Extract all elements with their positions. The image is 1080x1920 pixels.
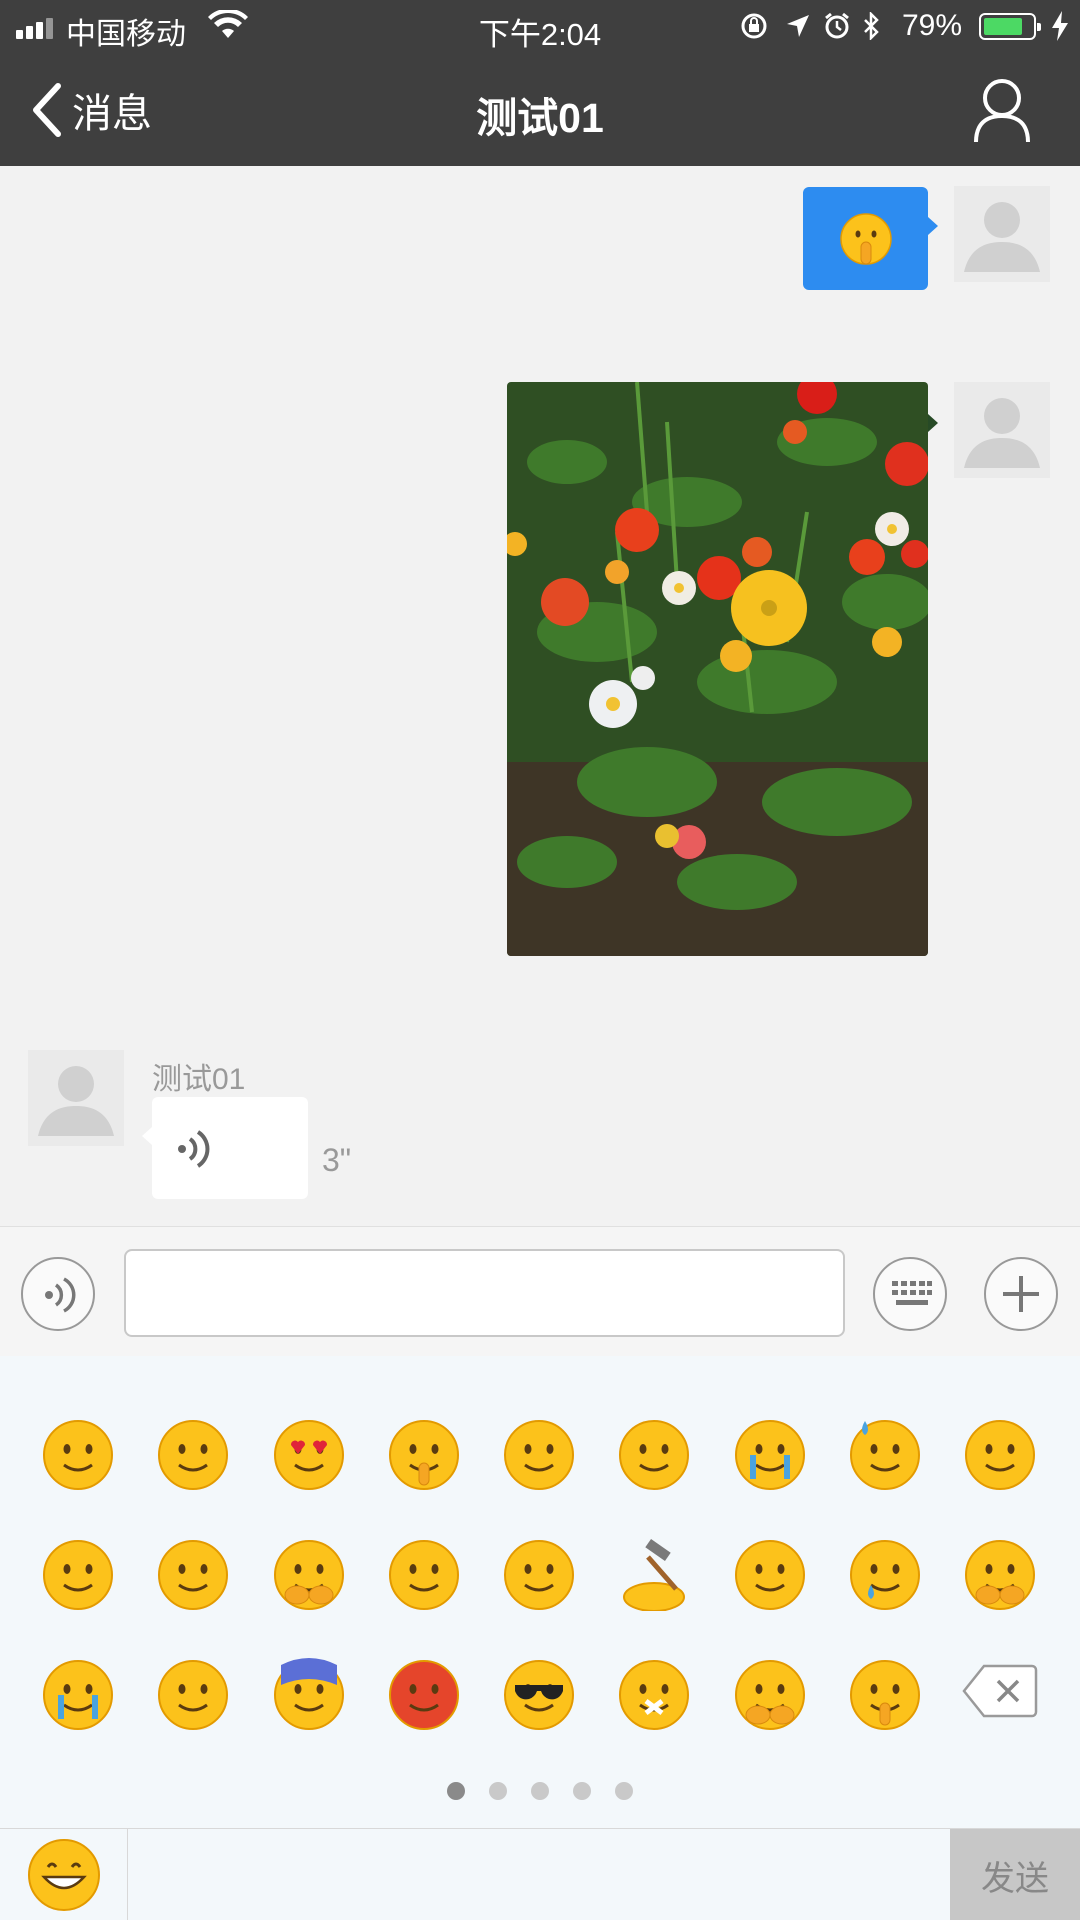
status-bar: 中国移动 下午2:04 79% [0, 0, 1080, 54]
status-icons [735, 11, 885, 41]
relieved-emoji[interactable] [155, 1535, 231, 1611]
page-dot[interactable] [447, 1782, 465, 1800]
page-title: 测试01 [476, 95, 604, 141]
smile-emoji[interactable] [40, 1415, 116, 1491]
wink-emoji[interactable] [386, 1535, 462, 1611]
sweat-emoji[interactable] [847, 1415, 923, 1491]
message-input[interactable] [124, 1249, 845, 1337]
yelling-emoji[interactable] [155, 1655, 231, 1731]
shush-emoji [839, 212, 892, 265]
backspace-icon[interactable] [962, 1662, 1038, 1720]
input-bar [0, 1226, 1080, 1356]
sent-photo[interactable] [507, 382, 928, 956]
battery-icon [979, 13, 1041, 40]
default-avatar-icon [964, 202, 1040, 272]
grin-emoji[interactable] [155, 1415, 231, 1491]
bottom-bar: 发送 [0, 1828, 1080, 1920]
plus-button[interactable] [984, 1257, 1058, 1331]
kiss-emoji[interactable] [501, 1415, 577, 1491]
page-dot[interactable] [531, 1782, 549, 1800]
contact-avatar[interactable] [28, 1050, 124, 1146]
voice-button[interactable] [21, 1257, 95, 1331]
keyboard-button[interactable] [873, 1257, 947, 1331]
page-dot[interactable] [573, 1782, 591, 1800]
send-button[interactable]: 发送 [950, 1829, 1080, 1920]
pleading-emoji[interactable] [501, 1535, 577, 1611]
flower-photo [507, 382, 928, 956]
page-dot[interactable] [489, 1782, 507, 1800]
battery-percent: 79% [902, 9, 963, 42]
back-label: 消息 [72, 92, 152, 136]
sent-emoji-bubble[interactable] [803, 187, 938, 290]
emoji-tab[interactable] [0, 1829, 128, 1920]
voice-wave-icon [178, 1130, 210, 1168]
chevron-left-icon [33, 83, 61, 137]
keyboard-icon [892, 1281, 932, 1305]
tears-of-joy-emoji[interactable] [732, 1415, 808, 1491]
thinking-emoji[interactable] [847, 1655, 923, 1731]
angry-emoji[interactable] [386, 1655, 462, 1731]
emoji-page-indicator [0, 1782, 1080, 1800]
top-bar: 中国移动 下午2:04 79% 消息 测试01 [0, 0, 1080, 166]
location-icon [787, 15, 809, 37]
plus-icon [1003, 1276, 1039, 1312]
grin-emoji [27, 1839, 100, 1911]
shush-emoji[interactable] [386, 1415, 462, 1491]
flushed-emoji[interactable] [616, 1415, 692, 1491]
voice-icon [45, 1277, 76, 1313]
sunglasses-emoji[interactable] [501, 1655, 577, 1731]
shy-emoji[interactable] [271, 1535, 347, 1611]
heart-eyes-emoji[interactable] [271, 1415, 347, 1491]
alarm-icon [825, 12, 849, 39]
my-avatar[interactable] [954, 186, 1050, 282]
covering-mouth-emoji[interactable] [962, 1535, 1038, 1611]
default-avatar-icon [38, 1066, 114, 1136]
tongue-wink-emoji[interactable] [40, 1535, 116, 1611]
surprised-emoji[interactable] [732, 1535, 808, 1611]
voice-message-bubble[interactable] [142, 1097, 308, 1199]
hammer-head-emoji[interactable] [616, 1535, 692, 1611]
page-dot[interactable] [615, 1782, 633, 1800]
charging-icon [1052, 11, 1068, 41]
my-avatar[interactable] [954, 382, 1050, 478]
person-icon[interactable] [972, 76, 1032, 144]
zipped-emoji[interactable] [616, 1655, 692, 1731]
grimace-emoji[interactable] [962, 1415, 1038, 1491]
bluetooth-icon [864, 12, 879, 40]
back-button[interactable]: 消息 [28, 78, 152, 142]
voice-duration: 3" [322, 1142, 352, 1178]
sender-name: 测试01 [152, 1063, 246, 1096]
loud-cry-emoji[interactable] [40, 1655, 116, 1731]
sad-tear-emoji[interactable] [847, 1535, 923, 1611]
photo-bubble-tail [928, 414, 938, 432]
scream-emoji[interactable] [271, 1655, 347, 1731]
orientation-lock-icon [741, 13, 767, 39]
default-avatar-icon [964, 398, 1040, 468]
fists-emoji[interactable] [732, 1655, 808, 1731]
